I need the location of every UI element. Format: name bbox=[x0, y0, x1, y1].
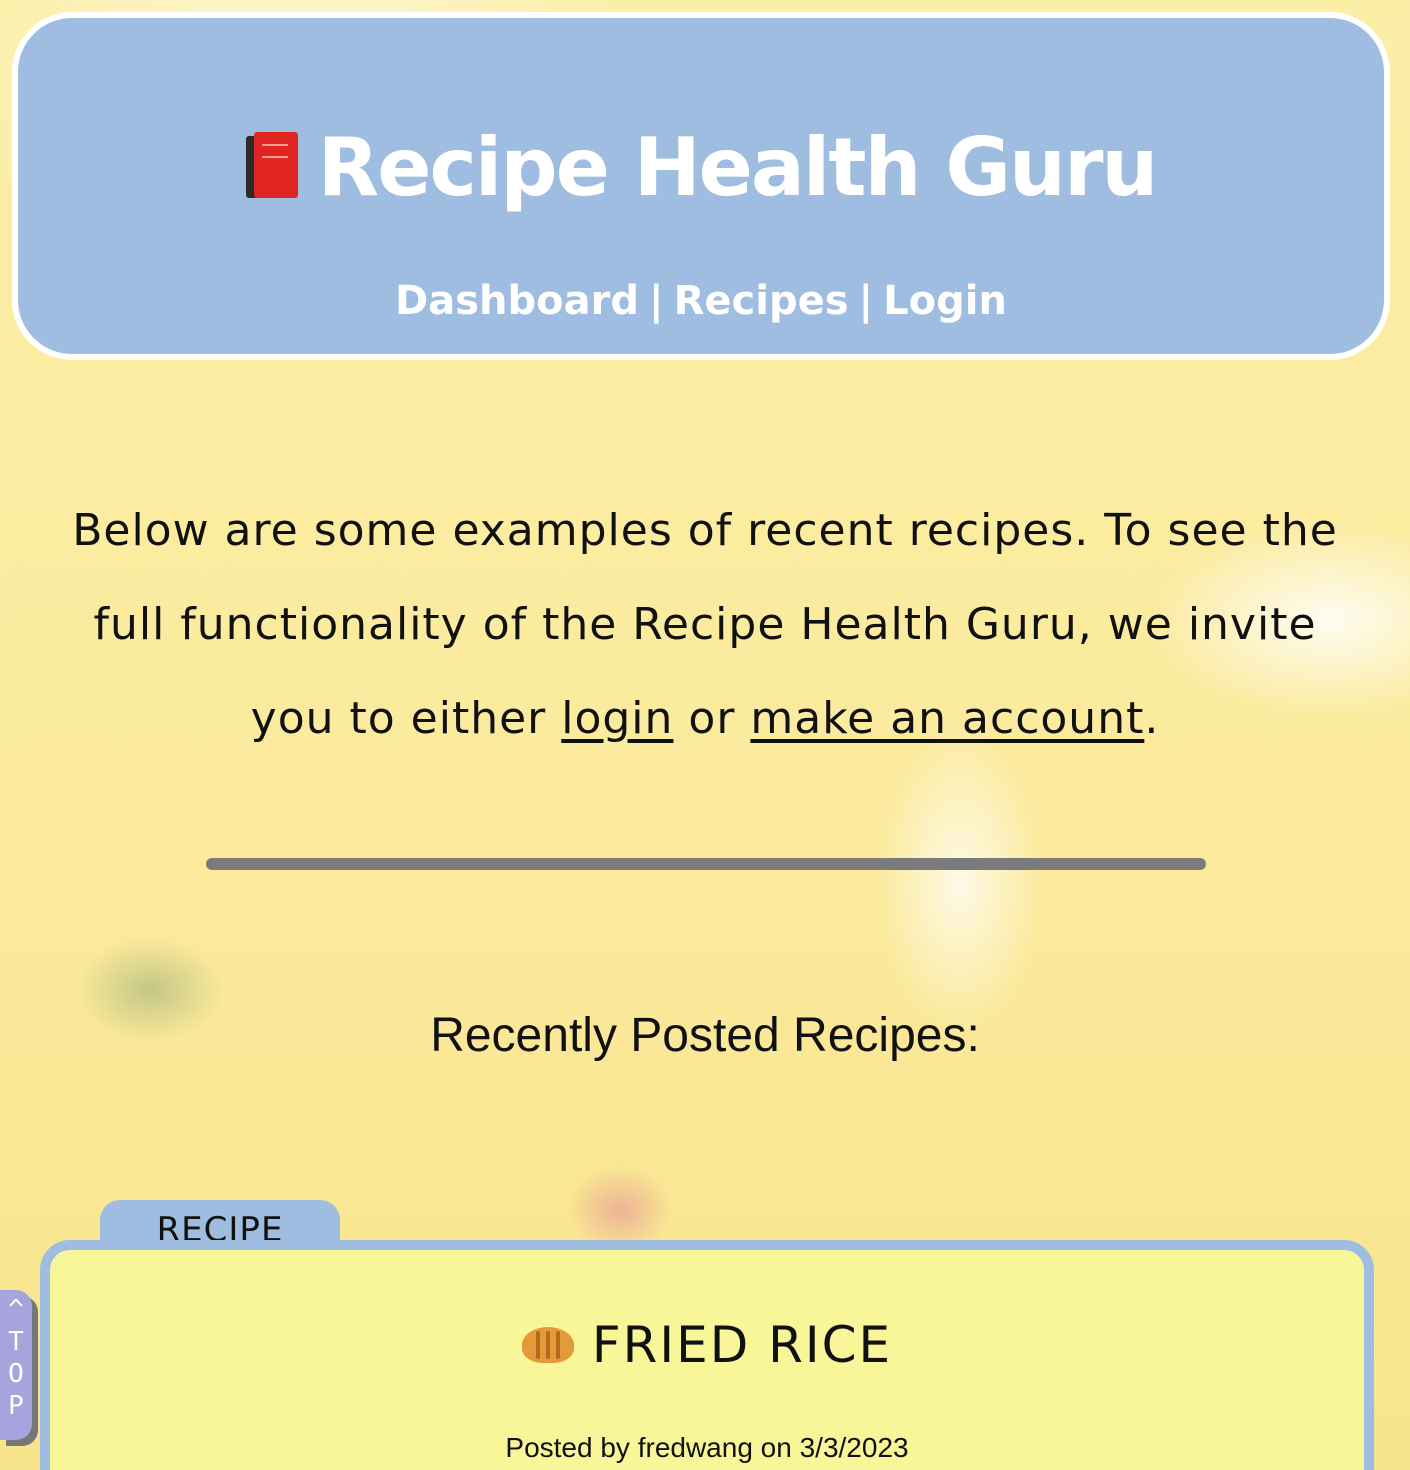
login-link[interactable]: login bbox=[561, 693, 673, 744]
nav-separator: | bbox=[649, 278, 664, 324]
recipe-posted-by: Posted by fredwang on 3/3/2023 bbox=[505, 1432, 909, 1463]
site-title: Recipe Health Guru bbox=[317, 121, 1159, 214]
book-icon bbox=[245, 132, 298, 200]
nav-recipes-link[interactable]: Recipes bbox=[674, 278, 849, 324]
recipe-title: FRIED RICE bbox=[591, 1316, 893, 1374]
intro-text: or bbox=[673, 693, 751, 744]
make-account-link[interactable]: make an account bbox=[750, 693, 1144, 744]
site-header: Recipe Health Guru Dashboard | Recipes | Log… bbox=[12, 12, 1390, 360]
main-nav: Dashboard | Recipes | Login bbox=[18, 276, 1384, 326]
recipe-card[interactable]: FRIED RICE Posted by fredwang on 3/3/202… bbox=[40, 1240, 1374, 1470]
recent-recipes-heading: Recently Posted Recipes: bbox=[430, 1009, 980, 1062]
section-divider bbox=[206, 858, 1206, 870]
recipe-title-row[interactable]: FRIED RICE bbox=[50, 1310, 1364, 1380]
back-to-top-button[interactable]: ^ T O P bbox=[0, 1290, 32, 1440]
intro-text: . bbox=[1144, 693, 1160, 744]
site-brand[interactable]: Recipe Health Guru bbox=[18, 118, 1384, 218]
nav-dashboard-link[interactable]: Dashboard bbox=[395, 278, 639, 324]
croissant-icon bbox=[521, 1321, 574, 1367]
nav-login-link[interactable]: Login bbox=[883, 278, 1007, 324]
nav-separator: | bbox=[858, 278, 874, 324]
intro-paragraph: Below are some examples of recent recipe… bbox=[60, 484, 1350, 766]
